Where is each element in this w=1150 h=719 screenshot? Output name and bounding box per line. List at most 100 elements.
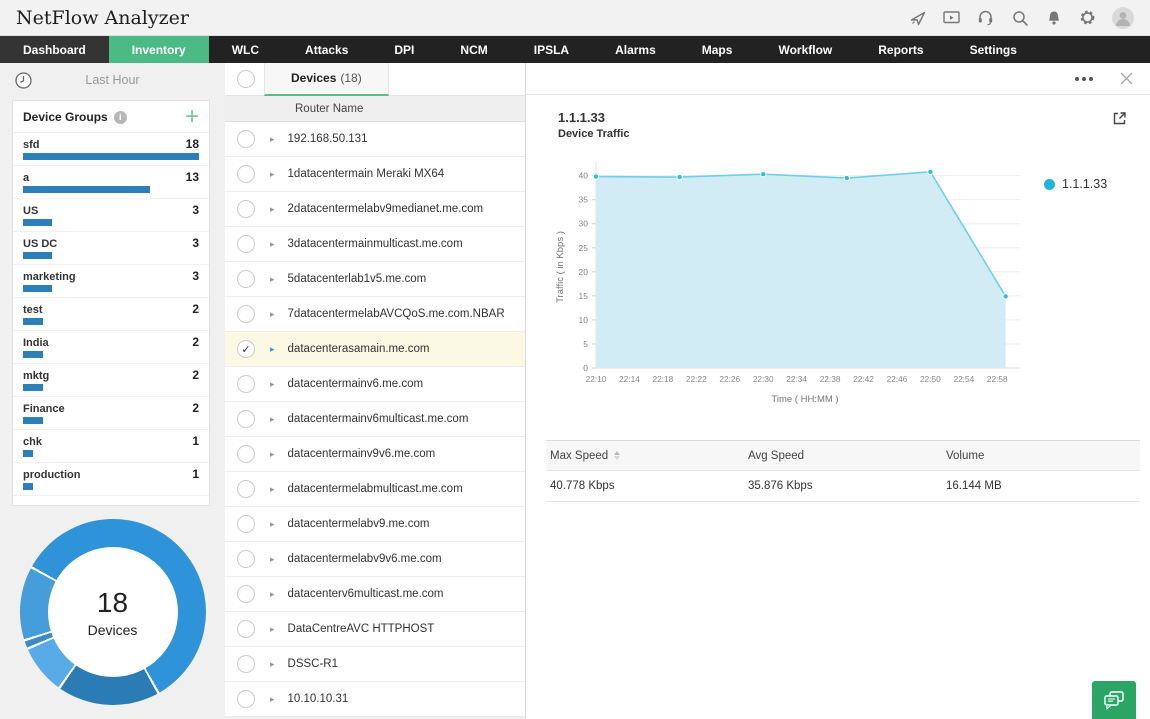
row-checkbox[interactable] <box>237 305 255 323</box>
expand-chevron-icon[interactable]: ▸ <box>270 694 275 705</box>
add-group-button[interactable]: + <box>185 105 199 129</box>
row-checkbox[interactable] <box>237 585 255 603</box>
device-group-row[interactable]: India 2 <box>13 331 209 364</box>
expand-chevron-icon[interactable]: ▸ <box>270 239 275 250</box>
row-checkbox[interactable] <box>237 515 255 533</box>
nav-item-attacks[interactable]: Attacks <box>282 36 371 63</box>
more-options-icon[interactable] <box>1071 73 1097 85</box>
router-name: datacentermainv6.me.com <box>287 378 424 390</box>
expand-chevron-icon[interactable]: ▸ <box>270 519 275 530</box>
device-group-row[interactable]: a 13 <box>13 166 209 199</box>
row-checkbox[interactable] <box>237 690 255 708</box>
device-row[interactable]: ▸ datacenterv6multicast.me.com <box>225 577 525 612</box>
support-headset-icon[interactable] <box>976 8 995 27</box>
user-avatar[interactable] <box>1112 6 1134 29</box>
search-icon[interactable] <box>1010 8 1029 27</box>
row-checkbox[interactable] <box>237 410 255 428</box>
device-row[interactable]: ▸ 1datacentermain Meraki MX64 <box>225 157 525 192</box>
device-group-row[interactable]: sfd 18 <box>13 133 209 166</box>
nav-item-dashboard[interactable]: Dashboard <box>0 36 109 63</box>
device-group-row[interactable]: marketing 3 <box>13 265 209 298</box>
row-checkbox[interactable] <box>237 620 255 638</box>
device-group-row[interactable]: US 3 <box>13 199 209 232</box>
export-icon[interactable] <box>1111 110 1128 127</box>
nav-item-settings[interactable]: Settings <box>947 36 1040 63</box>
device-row[interactable]: ▸ 7datacentermelabAVCQoS.me.com.NBAR <box>225 297 525 332</box>
summary-header-volume[interactable]: Volume <box>942 450 1140 462</box>
row-checkbox[interactable] <box>237 550 255 568</box>
info-icon[interactable]: i <box>113 110 127 124</box>
device-row[interactable]: ▸ datacentermainv6multicast.me.com <box>225 402 525 437</box>
group-count: 2 <box>192 368 199 382</box>
select-all-checkbox[interactable] <box>237 70 255 88</box>
chat-support-button[interactable] <box>1092 681 1136 719</box>
chart-legend[interactable]: 1.1.1.33 <box>1044 176 1107 192</box>
expand-chevron-icon[interactable]: ▸ <box>270 659 275 670</box>
row-checkbox[interactable] <box>237 445 255 463</box>
expand-chevron-icon[interactable]: ▸ <box>270 309 275 320</box>
row-checkbox[interactable] <box>237 200 255 218</box>
row-checkbox[interactable] <box>237 655 255 673</box>
summary-header-avg-speed[interactable]: Avg Speed <box>744 450 942 462</box>
device-row[interactable]: ▸ DataCentreAVC HTTPHOST <box>225 612 525 647</box>
device-group-row[interactable]: test 2 <box>13 298 209 331</box>
device-row[interactable]: ▸ datacentermelabv9v6.me.com <box>225 542 525 577</box>
expand-chevron-icon[interactable]: ▸ <box>270 169 275 180</box>
row-checkbox[interactable] <box>237 375 255 393</box>
summary-header-max-speed[interactable]: Max Speed <box>546 450 744 462</box>
device-row[interactable]: ✓ ▸ datacenterasamain.me.com <box>225 332 525 367</box>
expand-chevron-icon[interactable]: ▸ <box>270 554 275 565</box>
router-name: DataCentreAVC HTTPHOST <box>287 623 435 635</box>
settings-gear-icon[interactable] <box>1078 8 1097 27</box>
nav-item-reports[interactable]: Reports <box>855 36 946 63</box>
expand-chevron-icon[interactable]: ▸ <box>270 414 275 425</box>
time-filter[interactable]: Last Hour <box>0 63 225 97</box>
tab-devices[interactable]: Devices (18) <box>264 62 389 96</box>
device-row[interactable]: ▸ DSSC-R1 <box>225 647 525 682</box>
row-checkbox[interactable] <box>237 480 255 498</box>
router-name: 5datacenterlab1v5.me.com <box>287 273 427 285</box>
device-row[interactable]: ▸ datacentermelabmulticast.me.com <box>225 472 525 507</box>
expand-chevron-icon[interactable]: ▸ <box>270 484 275 495</box>
rocket-icon[interactable] <box>908 8 927 27</box>
nav-item-ipsla[interactable]: IPSLA <box>511 36 592 63</box>
device-row[interactable]: ▸ 192.168.50.131 <box>225 122 525 157</box>
row-checkbox[interactable] <box>237 130 255 148</box>
device-row[interactable]: ▸ datacentermainv6.me.com <box>225 367 525 402</box>
device-group-row[interactable]: mktg 2 <box>13 364 209 397</box>
nav-item-dpi[interactable]: DPI <box>371 36 437 63</box>
row-checkbox[interactable] <box>237 165 255 183</box>
nav-item-maps[interactable]: Maps <box>679 36 756 63</box>
device-group-row[interactable]: US DC 3 <box>13 232 209 265</box>
expand-chevron-icon[interactable]: ▸ <box>270 449 275 460</box>
device-row[interactable]: ▸ datacentermainv9v6.me.com <box>225 437 525 472</box>
expand-chevron-icon[interactable]: ▸ <box>270 274 275 285</box>
expand-chevron-icon[interactable]: ▸ <box>270 134 275 145</box>
device-group-row[interactable]: Finance 2 <box>13 397 209 430</box>
device-row[interactable]: ▸ 2datacentermelabv9medianet.me.com <box>225 192 525 227</box>
expand-chevron-icon[interactable]: ▸ <box>270 624 275 635</box>
device-row[interactable]: ▸ datacentermelabv9.me.com <box>225 507 525 542</box>
expand-chevron-icon[interactable]: ▸ <box>270 589 275 600</box>
row-checkbox[interactable] <box>237 235 255 253</box>
device-row[interactable]: ▸ 3datacentermainmulticast.me.com <box>225 227 525 262</box>
close-icon[interactable] <box>1119 71 1134 86</box>
router-name-column-header[interactable]: Router Name <box>225 96 525 122</box>
row-checkbox[interactable] <box>237 270 255 288</box>
nav-item-alarms[interactable]: Alarms <box>592 36 679 63</box>
expand-chevron-icon[interactable]: ▸ <box>270 344 275 355</box>
device-group-row[interactable]: production 1 <box>13 463 209 496</box>
row-checkbox-checked[interactable]: ✓ <box>237 340 255 358</box>
nav-item-ncm[interactable]: NCM <box>437 36 510 63</box>
device-group-row[interactable]: chk 1 <box>13 430 209 463</box>
device-row[interactable]: ▸ 10.10.10.31 <box>225 682 525 717</box>
device-row[interactable]: ▸ 5datacenterlab1v5.me.com <box>225 262 525 297</box>
demo-screen-icon[interactable] <box>942 8 961 27</box>
notifications-bell-icon[interactable] <box>1044 8 1063 27</box>
nav-item-inventory[interactable]: Inventory <box>108 36 209 63</box>
nav-item-wlc[interactable]: WLC <box>209 36 282 63</box>
expand-chevron-icon[interactable]: ▸ <box>270 204 275 215</box>
expand-chevron-icon[interactable]: ▸ <box>270 379 275 390</box>
nav-item-workflow[interactable]: Workflow <box>755 36 855 63</box>
svg-text:22:14: 22:14 <box>619 374 640 384</box>
